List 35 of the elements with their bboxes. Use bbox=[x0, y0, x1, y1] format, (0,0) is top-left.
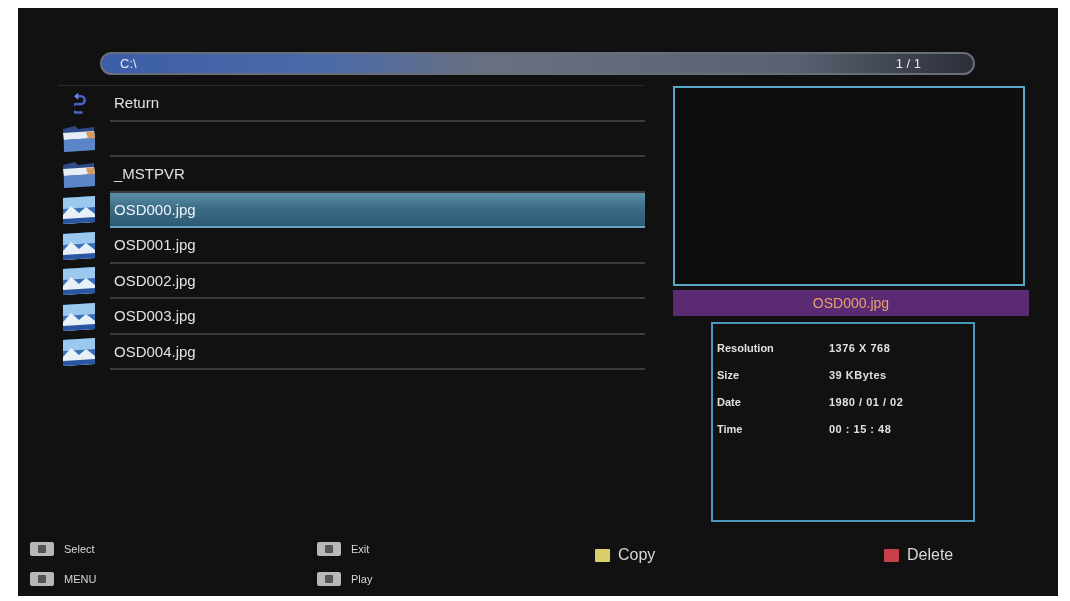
remote-key-icon bbox=[30, 572, 54, 586]
file-item[interactable]: OSD002.jpg bbox=[110, 263, 645, 299]
hint-label: Delete bbox=[907, 546, 954, 564]
file-item[interactable]: OSD003.jpg bbox=[110, 299, 645, 335]
hint-label: Play bbox=[351, 573, 373, 585]
file-item[interactable]: Return bbox=[110, 86, 645, 122]
hint-label: MENU bbox=[64, 573, 97, 585]
image-icon bbox=[62, 301, 96, 332]
image-icon bbox=[62, 266, 96, 297]
info-value: 1980 / 01 / 02 bbox=[829, 395, 904, 408]
page-counter: 1 / 1 bbox=[895, 56, 921, 71]
folder-icon bbox=[62, 159, 96, 190]
folder-icon bbox=[62, 124, 96, 155]
image-icon bbox=[62, 195, 96, 226]
hint-label: Copy bbox=[618, 546, 656, 564]
return-arrow-icon bbox=[74, 91, 86, 116]
remote-key-icon bbox=[317, 572, 341, 586]
info-value: 00 : 15 : 48 bbox=[829, 422, 892, 435]
info-label: Size bbox=[717, 368, 740, 381]
hint-label: Select bbox=[64, 543, 95, 555]
info-label: Time bbox=[717, 422, 744, 435]
info-value: 1376 X 768 bbox=[829, 341, 891, 354]
remote-key-icon bbox=[30, 542, 54, 556]
image-icon bbox=[62, 337, 96, 368]
file-item[interactable]: OSD000.jpg bbox=[110, 192, 645, 228]
info-label: Date bbox=[717, 395, 742, 408]
remote-key-icon bbox=[317, 542, 341, 556]
hint-label: Exit bbox=[351, 543, 370, 555]
info-label: Resolution bbox=[717, 341, 775, 354]
info-value: 39 KBytes bbox=[829, 368, 887, 381]
image-icon bbox=[62, 230, 96, 261]
path-text: C:\ bbox=[120, 56, 137, 71]
file-item[interactable]: OSD001.jpg bbox=[110, 228, 645, 264]
preview-filename: OSD000.jpg bbox=[673, 290, 1029, 316]
file-item[interactable]: OSD004.jpg bbox=[110, 334, 645, 370]
